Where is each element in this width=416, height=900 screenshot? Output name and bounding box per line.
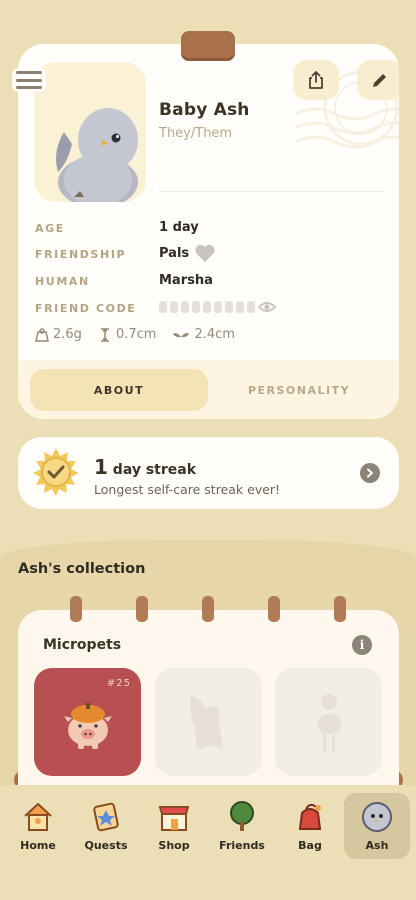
- nav-friends[interactable]: Friends: [209, 793, 275, 859]
- binder-ring: [136, 596, 148, 622]
- friendship-label: FRIENDSHIP: [35, 248, 127, 261]
- streak-card[interactable]: 1 day streak Longest self-care streak ev…: [18, 437, 399, 509]
- sun-check-icon: [33, 448, 79, 496]
- weight-value: 2.6g: [53, 327, 82, 342]
- friend-code-label: FRIEND CODE: [35, 302, 137, 315]
- human-value: Marsha: [159, 273, 213, 288]
- name-block: Baby Ash They/Them: [159, 100, 250, 141]
- age-label: AGE: [35, 222, 65, 235]
- micropet-number: #25: [106, 678, 131, 689]
- info-icon[interactable]: i: [352, 635, 372, 655]
- nav-home[interactable]: Home: [5, 793, 71, 859]
- collection-heading: Ash's collection: [18, 561, 146, 577]
- ash-avatar-icon: [362, 802, 392, 832]
- tab-about[interactable]: ABOUT: [30, 369, 208, 411]
- edit-button[interactable]: [357, 60, 399, 100]
- streak-count: 1: [94, 455, 108, 479]
- streak-title: 1 day streak: [94, 455, 280, 479]
- pet-name: Baby Ash: [159, 100, 250, 120]
- pet-avatar: [34, 62, 146, 202]
- nav-friends-label: Friends: [219, 839, 265, 852]
- micropets-title: Micropets: [43, 637, 122, 653]
- streak-label: day streak: [112, 462, 197, 478]
- nav-shop-label: Shop: [158, 839, 190, 852]
- streak-subtitle: Longest self-care streak ever!: [94, 482, 281, 497]
- height-icon: [100, 327, 109, 342]
- house-icon: [24, 803, 52, 831]
- profile-tabs: ABOUT PERSONALITY: [18, 360, 399, 419]
- pencil-icon: [373, 74, 386, 87]
- bird-avatar-icon: [56, 108, 138, 202]
- age-value: 1 day: [159, 220, 199, 235]
- nav-home-label: Home: [20, 839, 56, 852]
- nav-ash-label: Ash: [365, 839, 389, 852]
- nav-quests[interactable]: Quests: [73, 793, 139, 859]
- streak-text: 1 day streak Longest self-care streak ev…: [94, 455, 280, 497]
- pet-pronouns: They/Them: [159, 126, 233, 141]
- divider: [159, 191, 383, 192]
- nav-quests-label: Quests: [84, 839, 128, 852]
- quest-card-icon: [93, 802, 119, 832]
- nav-bag-label: Bag: [298, 839, 322, 852]
- share-button[interactable]: [293, 60, 339, 100]
- profile-card: Baby Ash They/Them AGE 1 day FRIENDSHIP …: [18, 44, 399, 419]
- heart-icon: [195, 244, 215, 262]
- card-clip: [181, 31, 235, 61]
- bag-icon: [298, 803, 322, 830]
- wingspan-stat: 2.4cm: [172, 327, 235, 342]
- weight-stat: 2.6g: [35, 327, 82, 342]
- friend-code-hidden: [159, 301, 255, 313]
- binder-ring: [70, 596, 82, 622]
- nav-shop[interactable]: Shop: [141, 793, 207, 859]
- share-icon: [309, 71, 323, 89]
- height-value: 0.7cm: [115, 327, 157, 342]
- locked-micropet-tile[interactable]: [155, 668, 262, 776]
- menu-icon[interactable]: [12, 68, 46, 92]
- binder-ring: [268, 596, 280, 622]
- tab-personality[interactable]: PERSONALITY: [210, 369, 388, 411]
- micropet-tile[interactable]: #25: [34, 668, 141, 776]
- locked-micropet-tile[interactable]: [275, 668, 382, 776]
- pet-stats: 2.6g 0.7cm 2.4cm: [35, 327, 235, 342]
- shop-icon: [158, 806, 190, 831]
- binder-ring: [202, 596, 214, 622]
- locked-silhouette-icon: [317, 694, 341, 752]
- eye-icon[interactable]: [258, 300, 276, 314]
- nav-bag[interactable]: Bag: [277, 793, 343, 859]
- chevron-right-icon[interactable]: [360, 463, 380, 483]
- scale-icon: [35, 327, 49, 342]
- binder-ring: [334, 596, 346, 622]
- height-stat: 0.7cm: [98, 327, 157, 342]
- human-label: HUMAN: [35, 275, 90, 288]
- bottom-nav: Home Quests Shop Friends Bag Ash: [0, 785, 416, 900]
- tree-icon: [230, 801, 254, 831]
- wingspan-value: 2.4cm: [194, 327, 235, 342]
- friendship-value: Pals: [159, 246, 190, 261]
- collection-card: Micropets i #25: [18, 610, 399, 810]
- locked-silhouette-icon: [190, 696, 223, 750]
- wingspan-icon: [173, 332, 190, 337]
- nav-ash[interactable]: Ash: [344, 793, 410, 859]
